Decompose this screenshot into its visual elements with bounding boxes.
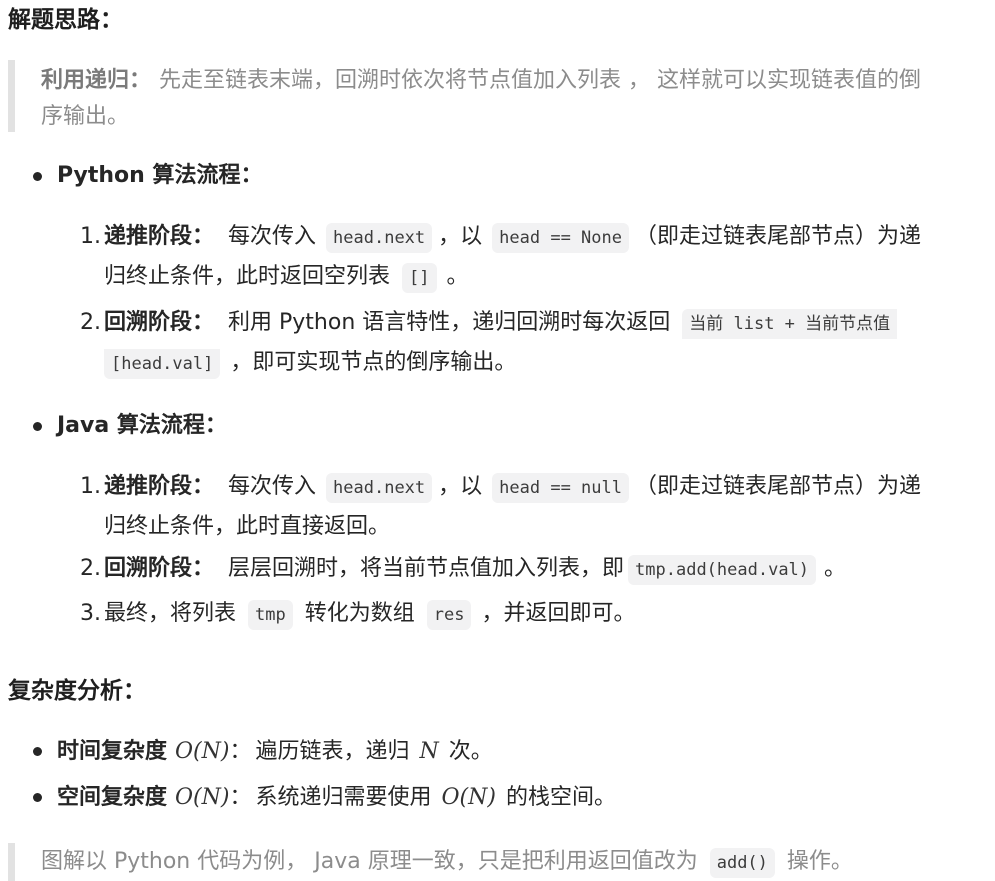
java-step2-num: 2. xyxy=(80,556,101,581)
java-step1-num: 1. xyxy=(80,474,101,499)
code-head-next-java: head.next xyxy=(326,473,433,503)
space-text1: 系统递归需要使用 xyxy=(255,785,432,810)
space-complexity-line: 空间复杂度 O(N)： 系统递归需要使用 O(N) 的栈空间。 xyxy=(57,783,616,813)
time-complexity-bold: 时间复杂度 xyxy=(57,739,168,764)
blockquote-bar xyxy=(8,60,15,132)
bullet-time xyxy=(33,747,42,756)
time-text1: 遍历链表，递归 xyxy=(255,739,410,764)
note-text1: 图解以 Python 代码为例， Java 原理一致，只是把利用返回值改为 xyxy=(41,849,698,874)
python-step1-text1: 每次传入 xyxy=(228,224,317,249)
java-step3-text3: ，并返回即可。 xyxy=(481,601,636,626)
java-step2-text2: 。 xyxy=(824,556,847,581)
python-step1-text4: 归终止条件，此时返回空列表 xyxy=(104,264,391,289)
intro-bold: 利用递归： xyxy=(41,68,152,93)
python-step2-text2: ，即可实现节点的倒序输出。 xyxy=(230,350,517,375)
space-colon: ： xyxy=(229,785,252,810)
python-step1-bold: 递推阶段： xyxy=(104,224,215,249)
python-step1-line2: 归终止条件，此时返回空列表 [] 。 xyxy=(104,262,469,293)
java-step3-text1: 最终，将列表 xyxy=(104,601,237,626)
python-step1-num: 1. xyxy=(80,224,101,249)
python-step2-line1: 回溯阶段： 利用 Python 语言特性，递归回溯时每次返回 当前 list + 当… xyxy=(104,308,898,339)
space-complexity-bold: 空间复杂度 xyxy=(57,785,168,810)
java-step3-num: 3. xyxy=(80,601,101,626)
python-step1-text5: 。 xyxy=(446,264,469,289)
python-step1-text3: （即走过链表尾部节点）为递 xyxy=(635,224,922,249)
code-res: res xyxy=(426,600,472,630)
code-tmp: tmp xyxy=(248,600,293,630)
intro-line-1: 利用递归： 先走至链表末端，回溯时依次将节点值加入列表 ， 这样就可以实现链表值的… xyxy=(41,66,921,96)
note-blockquote-bar xyxy=(8,843,15,881)
java-step2-bold: 回溯阶段： xyxy=(104,556,215,581)
java-step1-line2: 归终止条件，此时直接返回。 xyxy=(104,514,391,539)
bullet-python xyxy=(33,172,42,181)
time-text2: 次。 xyxy=(448,739,493,764)
java-step3-line: 最终，将列表 tmp 转化为数组 res ，并返回即可。 xyxy=(104,599,635,630)
code-head-next: head.next xyxy=(326,223,433,253)
java-heading: Java 算法流程： xyxy=(57,413,227,438)
math-n: N xyxy=(419,739,439,764)
code-head-val: [head.val] xyxy=(104,349,221,379)
python-step2-bold: 回溯阶段： xyxy=(104,310,215,335)
time-colon: ： xyxy=(229,739,252,764)
java-step1-text3: （即走过链表尾部节点）为递 xyxy=(635,474,922,499)
math-space-on-2: O(N) xyxy=(441,785,496,810)
intro-text-1: 先走至链表末端，回溯时依次将节点值加入列表 ， 这样就可以实现链表值的倒 xyxy=(159,68,922,93)
code-list-plus-node: 当前 list + 当前节点值 xyxy=(682,309,898,339)
python-step2-text1: 利用 Python 语言特性，递归回溯时每次返回 xyxy=(228,310,671,335)
code-empty-list: [] xyxy=(402,263,437,293)
code-head-null: head == null xyxy=(492,473,629,503)
python-step2-num: 2. xyxy=(80,310,101,335)
bullet-space xyxy=(33,793,42,802)
section-title-complexity: 复杂度分析： xyxy=(8,678,146,704)
java-step1-text2: ，以 xyxy=(438,474,483,499)
java-step1-text1: 每次传入 xyxy=(228,474,317,499)
time-complexity-line: 时间复杂度 O(N)： 遍历链表，递归 N 次。 xyxy=(57,737,493,767)
java-step1-bold: 递推阶段： xyxy=(104,474,215,499)
intro-line-2: 序输出。 xyxy=(41,104,130,129)
math-time-on: O(N) xyxy=(175,739,230,764)
python-step1-text2: ，以 xyxy=(438,224,483,249)
code-head-none: head == None xyxy=(492,223,629,253)
bullet-java xyxy=(33,422,42,431)
note-line: 图解以 Python 代码为例， Java 原理一致，只是把利用返回值改为 add… xyxy=(41,847,853,878)
java-step1-line1: 递推阶段： 每次传入 head.next ，以 head == null （即走过链表尾部… xyxy=(104,472,921,503)
java-step2-text1: 层层回溯时，将当前节点值加入列表，即 xyxy=(228,556,625,581)
math-space-on: O(N) xyxy=(175,785,230,810)
code-add: add() xyxy=(709,848,775,878)
section-title-approach: 解题思路： xyxy=(8,7,123,33)
java-step2-line: 回溯阶段： 层层回溯时，将当前节点值加入列表，即 tmp.add(head.val)… xyxy=(104,554,846,585)
space-text2: 的栈空间。 xyxy=(505,785,616,810)
python-step1-line1: 递推阶段： 每次传入 head.next ，以 head == None （即走过链表尾部… xyxy=(104,222,921,253)
python-step2-line2: [head.val] ，即可实现节点的倒序输出。 xyxy=(104,348,516,379)
code-tmp-add: tmp.add(head.val) xyxy=(628,555,817,585)
python-heading: Python 算法流程： xyxy=(57,163,263,188)
java-step3-text2: 转化为数组 xyxy=(304,601,415,626)
note-text2: 操作。 xyxy=(786,849,853,874)
